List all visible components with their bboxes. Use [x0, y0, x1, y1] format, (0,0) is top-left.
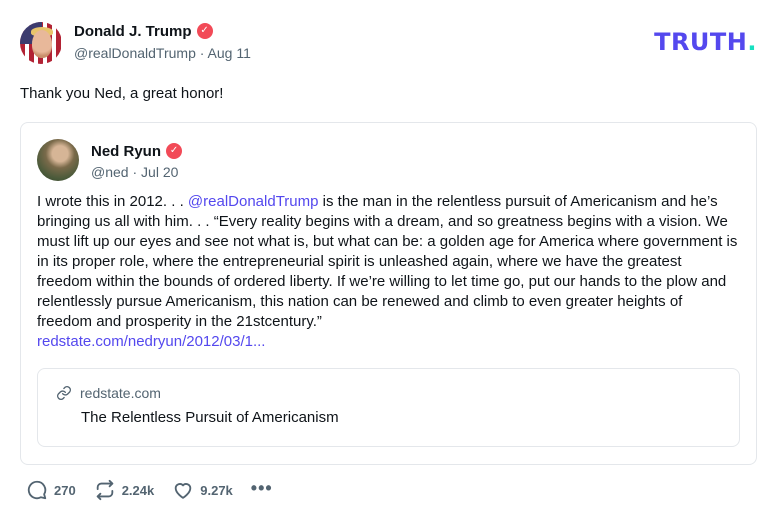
quoted-header: Ned Ryun ✓ @ned · Jul 20 — [37, 139, 740, 183]
quoted-text: I wrote this in 2012. . . @realDonaldTru… — [37, 192, 740, 352]
link-icon — [57, 386, 71, 400]
like-icon — [175, 483, 192, 499]
quoted-author-avatar[interactable] — [37, 139, 79, 181]
card-title: The Relentless Pursuit of Americanism — [81, 409, 339, 426]
quoted-date[interactable]: Jul 20 — [141, 164, 178, 180]
author-handle[interactable]: @realDonaldTrump — [74, 45, 196, 61]
verified-badge-icon: ✓ — [196, 23, 213, 39]
retruth-button[interactable]: 2.24k — [94, 479, 155, 501]
like-count: 9.27k — [200, 482, 233, 498]
quoted-text-body: is the man in the relentless pursuit of … — [37, 193, 738, 330]
post: Donald J. Trump ✓ @realDonaldTrump · Aug… — [20, 20, 757, 465]
reply-icon — [27, 480, 47, 500]
post-meta: @realDonaldTrump · Aug 11 — [74, 45, 251, 61]
external-link[interactable]: redstate.com/nedryun/2012/03/1... — [37, 333, 265, 350]
author-avatar[interactable] — [20, 22, 62, 64]
action-bar: 270 2.24k 9.27k ••• — [26, 478, 291, 501]
post-date[interactable]: Aug 11 — [208, 45, 251, 61]
reply-count: 270 — [54, 482, 76, 498]
post-text: Thank you Ned, a great honor! — [20, 85, 224, 102]
post-header: Donald J. Trump ✓ @realDonaldTrump · Aug… — [20, 20, 757, 66]
like-button[interactable]: 9.27k — [172, 479, 233, 501]
truth-logo[interactable]: TRUTH. — [654, 28, 757, 56]
author-name[interactable]: Donald J. Trump — [74, 23, 192, 40]
link-preview-card[interactable]: redstate.com The Relentless Pursuit of A… — [37, 368, 740, 447]
card-domain: redstate.com — [80, 385, 161, 401]
quoted-handle[interactable]: @ned — [91, 164, 129, 180]
meta-separator: · — [199, 45, 205, 61]
quoted-post[interactable]: Ned Ryun ✓ @ned · Jul 20 I wrote this in… — [20, 122, 757, 465]
logo-dot: . — [747, 28, 757, 56]
quoted-meta: @ned · Jul 20 — [91, 164, 182, 180]
logo-text: TRUTH — [654, 28, 748, 56]
reply-button[interactable]: 270 — [26, 479, 76, 501]
quoted-author-name[interactable]: Ned Ryun — [91, 143, 161, 160]
more-icon[interactable]: ••• — [251, 478, 273, 499]
quoted-author-block: Ned Ryun ✓ @ned · Jul 20 — [91, 140, 183, 180]
meta-separator: · — [132, 164, 138, 180]
card-domain-row: redstate.com — [56, 385, 723, 401]
retruth-icon — [96, 479, 113, 501]
retruth-count: 2.24k — [121, 482, 155, 498]
quoted-text-start: I wrote this in 2012. . . — [37, 193, 188, 210]
author-block: Donald J. Trump ✓ @realDonaldTrump · Aug… — [74, 20, 251, 62]
mention-link[interactable]: @realDonaldTrump — [188, 193, 319, 210]
verified-badge-icon: ✓ — [166, 143, 183, 159]
